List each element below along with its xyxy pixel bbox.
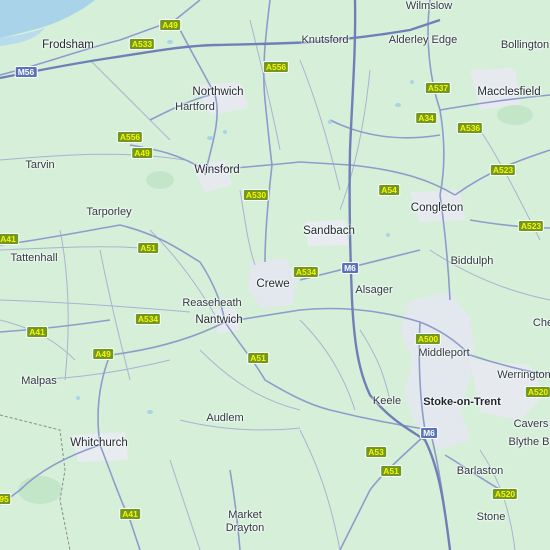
road-shield-a533: A533 xyxy=(128,38,156,50)
place-label-tarvin[interactable]: Tarvin xyxy=(25,159,54,171)
place-label-werrington[interactable]: Werrington xyxy=(497,369,550,381)
place-label-knutsford[interactable]: Knutsford xyxy=(301,34,348,46)
road-shield-a49: A49 xyxy=(131,147,153,159)
place-label-market-drayton-line1[interactable]: Market xyxy=(228,509,262,521)
place-label-che[interactable]: Che xyxy=(533,317,550,329)
place-label-blythe-bridge[interactable]: Blythe B xyxy=(509,436,550,448)
road-shield-a534: A534 xyxy=(292,266,320,278)
road-shield-a41: A41 xyxy=(119,508,141,520)
place-label-stoke-on-trent[interactable]: Stoke-on-Trent xyxy=(423,396,501,408)
road-shield-a41: A41 xyxy=(0,233,19,245)
road-shield-m56: M56 xyxy=(14,66,38,78)
place-label-audlem[interactable]: Audlem xyxy=(206,412,243,424)
road-shield-a530: A530 xyxy=(242,189,270,201)
place-label-congleton[interactable]: Congleton xyxy=(411,202,463,214)
road-shield-a500: A500 xyxy=(414,333,442,345)
place-label-frodsham[interactable]: Frodsham xyxy=(42,39,94,51)
road-shield-a54: A54 xyxy=(378,184,400,196)
road-shield-a49: A49 xyxy=(92,348,114,360)
road-shield-a495: 95 xyxy=(0,493,12,505)
place-label-reaseheath[interactable]: Reaseheath xyxy=(182,297,241,309)
place-label-middleport[interactable]: Middleport xyxy=(418,347,469,359)
place-label-tattenhall[interactable]: Tattenhall xyxy=(10,252,57,264)
place-label-nantwich[interactable]: Nantwich xyxy=(195,314,242,326)
place-label-wilmslow[interactable]: Wilmslow xyxy=(406,0,452,12)
place-label-winsford[interactable]: Winsford xyxy=(194,164,239,176)
road-shield-m6: M6 xyxy=(420,427,438,439)
place-label-caverswall[interactable]: Cavers xyxy=(514,418,549,430)
road-shield-a49: A49 xyxy=(159,19,181,31)
place-label-crewe[interactable]: Crewe xyxy=(256,278,289,290)
place-label-whitchurch[interactable]: Whitchurch xyxy=(70,437,128,449)
place-label-hartford[interactable]: Hartford xyxy=(175,101,215,113)
road-shield-a556: A556 xyxy=(262,61,290,73)
road-shield-a537: A537 xyxy=(424,82,452,94)
place-label-malpas[interactable]: Malpas xyxy=(21,375,56,387)
road-shield-a520: A520 xyxy=(524,386,550,398)
road-shield-a51: A51 xyxy=(137,242,159,254)
map-canvas[interactable]: Wilmslow Frodsham Knutsford Alderley Edg… xyxy=(0,0,550,550)
place-label-tarporley[interactable]: Tarporley xyxy=(86,206,131,218)
road-shield-a534: A534 xyxy=(134,313,162,325)
road-shield-a556: A556 xyxy=(116,131,144,143)
place-label-northwich[interactable]: Northwich xyxy=(192,86,243,98)
road-shield-a51: A51 xyxy=(380,465,402,477)
road-shield-a41: A41 xyxy=(26,326,48,338)
road-shield-m6: M6 xyxy=(341,262,359,274)
woodland xyxy=(18,476,62,504)
place-label-macclesfield[interactable]: Macclesfield xyxy=(477,86,540,98)
road-shield-a51: A51 xyxy=(247,352,269,364)
place-label-alsager[interactable]: Alsager xyxy=(355,284,392,296)
place-label-biddulph[interactable]: Biddulph xyxy=(451,255,494,267)
road-shield-a536: A536 xyxy=(456,122,484,134)
place-label-bollington[interactable]: Bollington xyxy=(501,39,549,51)
place-label-sandbach[interactable]: Sandbach xyxy=(303,225,355,237)
road-shield-a523: A523 xyxy=(489,164,517,176)
woodland xyxy=(497,105,533,125)
road-shield-a520: A520 xyxy=(491,488,519,500)
place-label-barlaston[interactable]: Barlaston xyxy=(457,465,503,477)
woodland xyxy=(146,171,174,189)
place-label-stone[interactable]: Stone xyxy=(477,511,506,523)
road-shield-a53: A53 xyxy=(365,446,387,458)
place-label-alderley-edge[interactable]: Alderley Edge xyxy=(389,34,458,46)
road-shield-a523: A523 xyxy=(517,220,545,232)
place-label-market-drayton-line2[interactable]: Drayton xyxy=(226,522,265,534)
place-label-keele[interactable]: Keele xyxy=(373,395,401,407)
road-shield-a34: A34 xyxy=(415,112,437,124)
